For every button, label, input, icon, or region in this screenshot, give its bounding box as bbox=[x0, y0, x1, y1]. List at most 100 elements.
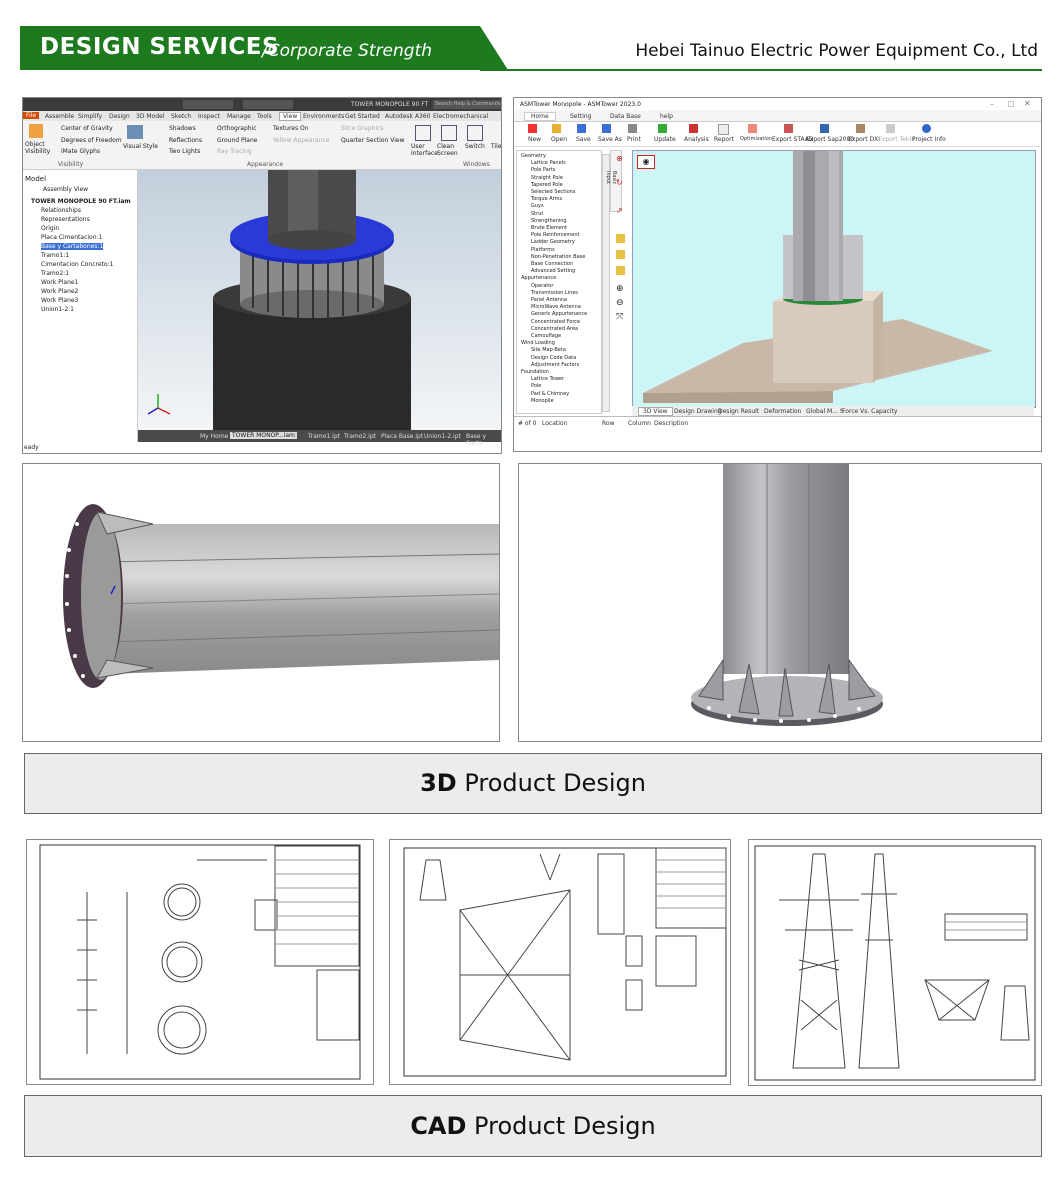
camera-icon[interactable]: ◉ bbox=[637, 155, 655, 169]
center-of-gravity-button[interactable]: Center of Gravity bbox=[61, 125, 113, 132]
asm-tree-item[interactable]: Strut bbox=[531, 211, 543, 217]
material-dropdown[interactable] bbox=[183, 100, 233, 109]
inventor-menu-inspect[interactable]: Inspect bbox=[198, 113, 220, 120]
inventor-menu-manage[interactable]: Manage bbox=[227, 113, 251, 120]
tree-node[interactable]: Origin bbox=[41, 225, 59, 232]
minimize-icon[interactable]: – bbox=[990, 100, 994, 109]
asm-tree-item[interactable]: Wind Loading bbox=[521, 340, 555, 346]
two-lights-button[interactable]: Two Lights bbox=[169, 148, 200, 155]
asm-tree-item[interactable]: Tapered Pole bbox=[531, 182, 563, 188]
asm-tree-item[interactable]: Advanced Setting bbox=[531, 268, 575, 274]
toolbar-update[interactable]: Update bbox=[654, 136, 676, 143]
asm-tree-item[interactable]: Camouflage bbox=[531, 333, 561, 339]
cube-view-icon[interactable] bbox=[616, 234, 625, 243]
tree-node[interactable]: Union1-2:1 bbox=[41, 306, 74, 313]
tree-node[interactable]: Work Plane2 bbox=[41, 288, 78, 295]
asm-3d-viewport[interactable]: ◉ bbox=[632, 150, 1036, 408]
browser-view-dropdown[interactable]: Assembly View bbox=[43, 186, 88, 193]
axis-x-icon[interactable]: ↗ bbox=[616, 206, 623, 215]
tree-node[interactable]: Placa Cimentacion:1 bbox=[41, 234, 102, 241]
inventor-menu-electromechanical[interactable]: Electromechanical bbox=[433, 113, 488, 120]
cube-front-icon[interactable] bbox=[616, 250, 625, 259]
textures-on-button[interactable]: Textures On bbox=[273, 125, 309, 132]
switch-button[interactable]: Switch bbox=[465, 143, 485, 150]
zoom-out-icon[interactable]: ⊖ bbox=[616, 298, 624, 308]
doc-tab[interactable]: Union1-2.ipt bbox=[424, 433, 461, 440]
toolbar-new[interactable]: New bbox=[528, 136, 541, 143]
inventor-menu-environments[interactable]: Environments bbox=[303, 113, 344, 120]
asm-tree-scrollbar[interactable] bbox=[602, 154, 610, 412]
asm-tree-item[interactable]: Lattice Panels bbox=[531, 160, 566, 166]
clean-screen-button[interactable]: Clean Screen bbox=[437, 143, 459, 157]
asm-tab-help[interactable]: help bbox=[660, 113, 673, 120]
doc-tab[interactable]: My Home bbox=[200, 433, 228, 440]
toolbar-save-as[interactable]: Save As bbox=[598, 136, 622, 143]
toolbar-export-sap2000[interactable]: Export Sap2000 bbox=[806, 136, 854, 143]
toolbar-print[interactable]: Print bbox=[627, 136, 641, 143]
inventor-menu-simplify[interactable]: Simplify bbox=[78, 113, 102, 120]
toolbar-report[interactable]: Report bbox=[714, 136, 734, 143]
doc-tab[interactable]: Tramo2.ipt bbox=[344, 433, 376, 440]
doc-tab[interactable]: Base y Carta bbox=[466, 433, 501, 447]
asm-tab-home[interactable]: Home bbox=[524, 112, 556, 121]
asm-tree-item[interactable]: Pad & Chimney bbox=[531, 391, 569, 397]
toolbar-analysis[interactable]: Analysis bbox=[684, 136, 709, 143]
view-tab-drawing[interactable]: Design Drawing bbox=[674, 408, 722, 415]
doc-tab[interactable]: Tramo1.ipt bbox=[308, 433, 340, 440]
toolbar-optimization[interactable]: Optimization bbox=[740, 136, 772, 142]
toolbar-open[interactable]: Open bbox=[551, 136, 567, 143]
zoom-in-icon[interactable]: ⊕ bbox=[616, 284, 624, 294]
tree-node[interactable]: TOWER MONOPOLE 90 FT.iam bbox=[31, 198, 131, 205]
asm-tree-item[interactable]: Operator bbox=[531, 283, 553, 289]
toolbar-project-info[interactable]: Project Info bbox=[912, 136, 946, 143]
imate-glyphs-button[interactable]: iMate Glyphs bbox=[61, 148, 100, 155]
asm-tree-item[interactable]: Base Connection bbox=[531, 261, 573, 267]
slice-graphics-button[interactable]: Slice Graphics bbox=[341, 125, 384, 132]
inventor-menu-tools[interactable]: Tools bbox=[257, 113, 272, 120]
asm-tree-item[interactable]: Appurtenance bbox=[521, 275, 556, 281]
tree-node[interactable]: Work Plane3 bbox=[41, 297, 78, 304]
asm-tab-setting[interactable]: Setting bbox=[570, 113, 591, 120]
cube-side-icon[interactable] bbox=[616, 266, 625, 275]
rotate-icon[interactable]: ↻ bbox=[616, 178, 623, 187]
ray-tracing-button[interactable]: Ray Tracing bbox=[217, 148, 252, 155]
tree-node[interactable]: Representations bbox=[41, 216, 90, 223]
inventor-menu-getstarted[interactable]: Get Started bbox=[345, 113, 380, 120]
tree-node-selected[interactable]: Base y Cartabones:1 bbox=[41, 243, 104, 250]
shadows-button[interactable]: Shadows bbox=[169, 125, 196, 132]
asm-tree-item[interactable]: Brute Element bbox=[531, 225, 567, 231]
doc-tab[interactable]: Placa Base.ipt bbox=[381, 433, 423, 440]
view-tab-global[interactable]: Global M... S bbox=[806, 408, 844, 415]
maximize-icon[interactable]: □ bbox=[1008, 100, 1015, 108]
asm-tree-item[interactable]: Transmission Lines bbox=[531, 290, 578, 296]
inventor-menu-a360[interactable]: Autodesk A360 bbox=[385, 113, 431, 120]
asm-tree-item[interactable]: Generic Appurtenance bbox=[531, 311, 587, 317]
asm-tree-item[interactable]: Pole Parts bbox=[531, 167, 555, 173]
user-interface-button[interactable]: User Interface bbox=[411, 143, 438, 157]
visual-style-button[interactable]: Visual Style bbox=[123, 143, 158, 150]
reflections-button[interactable]: Reflections bbox=[169, 137, 202, 144]
yellow-appearance-button[interactable]: Yellow Appearance bbox=[273, 137, 329, 144]
tree-node[interactable]: Relationships bbox=[41, 207, 81, 214]
inventor-menu-view[interactable]: View bbox=[279, 112, 302, 121]
asm-tab-database[interactable]: Data Base bbox=[610, 113, 641, 120]
asm-tree-item[interactable]: Site Map-Beta bbox=[531, 347, 566, 353]
view-tab-force[interactable]: Force Vs. Capacity bbox=[842, 408, 897, 415]
tree-node[interactable]: Work Plane1 bbox=[41, 279, 78, 286]
degrees-of-freedom-button[interactable]: Degrees of Freedom bbox=[61, 137, 122, 144]
ground-plane-button[interactable]: Ground Plane bbox=[217, 137, 257, 144]
inventor-menu-sketch[interactable]: Sketch bbox=[171, 113, 191, 120]
asm-tree-item[interactable]: Concentrated Force bbox=[531, 319, 580, 325]
asm-tree-item[interactable]: Panel Antenna bbox=[531, 297, 567, 303]
view-tab-deformation[interactable]: Deformation bbox=[764, 408, 801, 415]
tile-button[interactable]: Tile bbox=[491, 143, 501, 150]
asm-tree-item[interactable]: MicroWave Antenna bbox=[531, 304, 581, 310]
inventor-menu-3dmodel[interactable]: 3D Model bbox=[136, 113, 164, 120]
view-tab-3d[interactable]: 3D View bbox=[638, 407, 673, 416]
move-icon[interactable]: ⊕ bbox=[616, 154, 626, 163]
inventor-3d-viewport[interactable] bbox=[138, 170, 501, 430]
tree-node[interactable]: Cimentacion Concreto:1 bbox=[41, 261, 113, 268]
asm-tree-item[interactable]: Concentrated Area bbox=[531, 326, 578, 332]
asm-tree-item[interactable]: Monopile bbox=[531, 398, 554, 404]
inventor-search-input[interactable]: Search Help & Commands bbox=[433, 100, 501, 109]
